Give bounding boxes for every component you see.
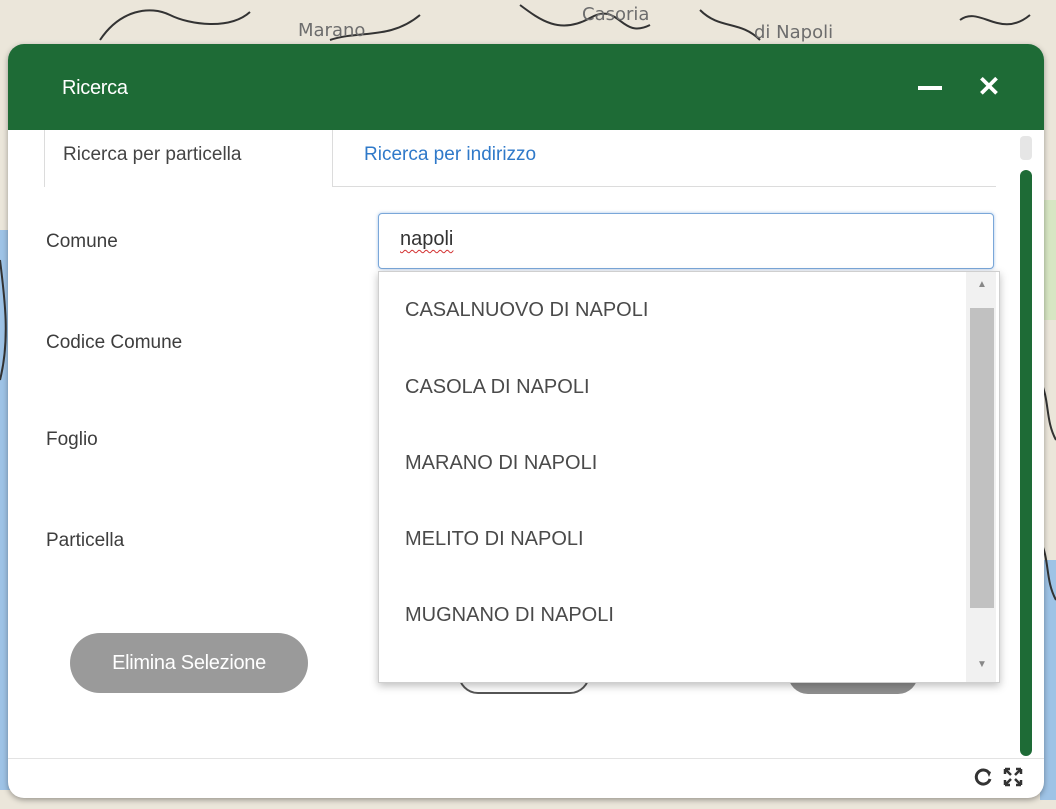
comune-label: Comune [46,231,118,252]
tab-ricerca-per-indirizzo[interactable]: Ricerca per indirizzo [346,130,554,186]
expand-icon[interactable] [1002,766,1024,788]
minimize-icon[interactable] [918,86,942,90]
particella-label: Particella [46,530,125,551]
foglio-label: Foglio [46,429,98,450]
map-label-marano: Marano [298,20,366,41]
comune-input[interactable]: napoli [378,213,994,269]
footer-divider [8,758,1044,759]
dialog-scrollbar-thumb[interactable] [1020,170,1032,756]
dropdown-option[interactable]: MARANO DI NAPOLI [405,452,597,475]
tab-ricerca-per-particella[interactable]: Ricerca per particella [44,130,333,187]
search-dialog: Ricerca ✕ Ricerca per particella Ricerca… [8,44,1044,798]
comune-input-value: napoli [400,228,454,250]
close-icon[interactable]: ✕ [976,72,1002,102]
dropdown-scrollbar-thumb[interactable] [970,308,994,608]
comune-autocomplete-dropdown: CASALNUOVO DI NAPOLI CASOLA DI NAPOLI MA… [378,271,1000,683]
dialog-title: Ricerca [62,77,128,99]
elimina-selezione-button[interactable]: Elimina Selezione [70,633,308,693]
dialog-scrollbar-up[interactable] [1020,136,1032,160]
dropdown-option[interactable]: MUGNANO DI NAPOLI [405,604,614,627]
codice-comune-label: Codice Comune [46,332,183,353]
scroll-down-arrow-icon[interactable]: ▼ [973,658,991,672]
dropdown-option[interactable]: CASOLA DI NAPOLI [405,376,590,399]
dropdown-option[interactable]: CASALNUOVO DI NAPOLI [405,299,648,322]
dialog-titlebar[interactable]: Ricerca ✕ [8,44,1044,130]
dropdown-option[interactable]: MELITO DI NAPOLI [405,528,584,551]
map-label-di-napoli: di Napoli [754,22,834,43]
map-label-casoria: Casoria [582,4,650,25]
tab-bar: Ricerca per particella Ricerca per indir… [44,130,996,187]
refresh-icon[interactable] [972,766,994,788]
scroll-up-arrow-icon[interactable]: ▲ [973,278,991,292]
